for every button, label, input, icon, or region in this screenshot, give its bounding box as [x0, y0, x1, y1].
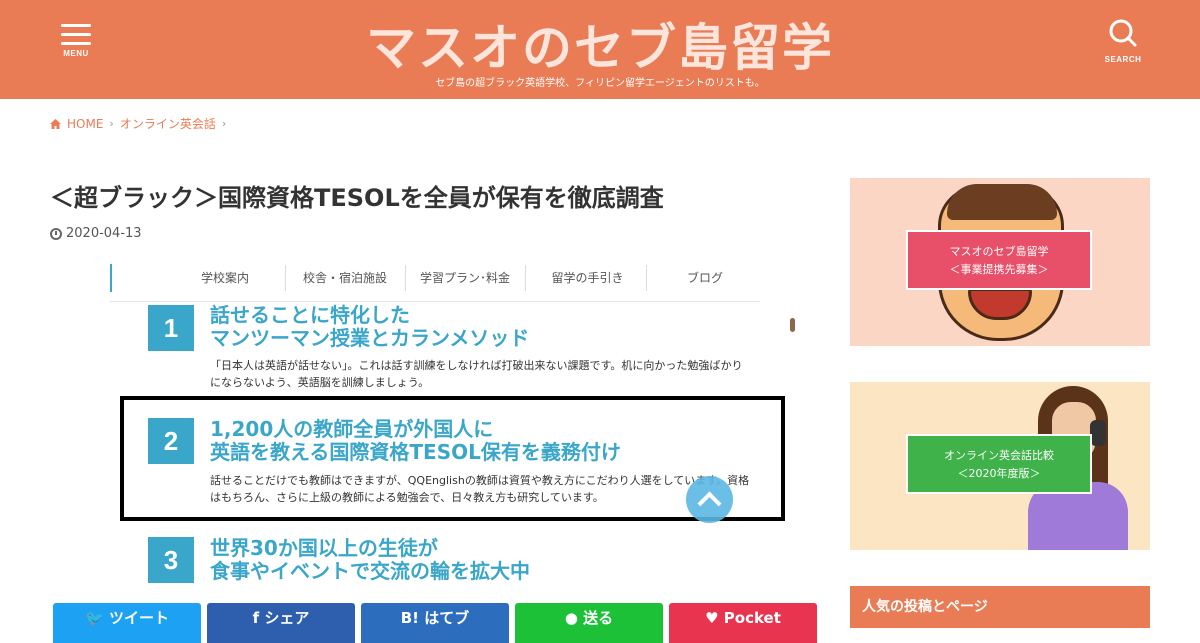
screenshot-nav-item: 留学の手引き	[551, 271, 624, 285]
banner-label[interactable]: マスオのセブ島留学 ＜事業提携先募集＞	[906, 230, 1092, 290]
screenshot-nav-item: 学習プラン･料金	[419, 271, 510, 285]
sidebar-banner-online-english[interactable]: オンライン英会話比較 ＜2020年度版＞	[850, 382, 1150, 550]
feature-heading: 話せることに特化した	[210, 303, 410, 327]
feature-text: 話せることだけでも教師はできますが、QQEnglishの教師は資質や教え方にこだ…	[210, 474, 750, 487]
hatena-icon: B!	[400, 609, 420, 627]
article-date: 2020-04-13	[50, 226, 142, 241]
logo-fragment	[110, 264, 116, 292]
date-text: 2020-04-13	[66, 226, 142, 241]
feature-number: 3	[148, 537, 194, 583]
search-icon	[1109, 19, 1137, 47]
breadcrumb-category-link[interactable]: オンライン英会話	[120, 115, 216, 132]
share-label: Pocket	[723, 609, 781, 627]
pocket-icon: ♥	[705, 609, 719, 627]
feature-text: にならないよう、英語脳を訓練しましょう。	[210, 376, 430, 389]
feature-heading: 食事やイベントで交流の輪を拡大中	[210, 559, 530, 583]
back-to-top-button[interactable]	[686, 476, 733, 523]
headset-icon	[1090, 420, 1106, 446]
banner-label-line: オンライン英会話比較	[944, 449, 1054, 462]
feature-heading: 英語を教える国際資格TESOL保有を義務付け	[210, 440, 621, 464]
screenshot-nav: 学校案内 校舎・宿泊施設 学習プラン･料金 留学の手引き ブログ	[110, 260, 760, 302]
feature-heading: 世界30か国以上の生徒が	[210, 536, 438, 560]
banner-label-line: ＜事業提携先募集＞	[949, 263, 1049, 276]
share-label: はてブ	[424, 609, 470, 627]
share-twitter-button[interactable]: 🐦 ツイート	[53, 603, 201, 643]
cartoon-hair	[947, 184, 1057, 220]
share-hatena-button[interactable]: B! はてブ	[361, 603, 509, 643]
share-line-button[interactable]: ● 送る	[515, 603, 663, 643]
share-label: シェア	[264, 609, 310, 627]
site-description: セブ島の超ブラック英語学校、フィリピン留学エージェントのリストも。	[435, 78, 765, 89]
feature-text: 「日本人は英語が話せない」。これは話す訓練をしなければ打破出来ない課題です。机に…	[210, 359, 743, 372]
twitter-icon: 🐦	[85, 609, 104, 627]
breadcrumb: HOME › オンライン英会話 ›	[50, 115, 226, 132]
site-title[interactable]: マスオのセブ島留学	[0, 8, 1200, 80]
article-title: ＜超ブラック＞国際資格TESOLを全員が保有を徹底調査	[50, 184, 664, 212]
search-button[interactable]: SEARCH	[1093, 18, 1153, 64]
image-fragment	[790, 318, 795, 332]
screenshot-nav-item: 校舎・宿泊施設	[302, 271, 387, 285]
banner-label-line: マスオのセブ島留学	[949, 245, 1049, 258]
feature-heading: 1,200人の教師全員が外国人に	[210, 417, 494, 441]
article-screenshot: 学校案内 校舎・宿泊施設 学習プラン･料金 留学の手引き ブログ 1 話せること…	[110, 260, 795, 590]
share-label: 送る	[583, 609, 614, 627]
search-label: SEARCH	[1104, 55, 1142, 64]
clock-icon	[50, 227, 62, 240]
chevron-right-icon: ›	[221, 117, 227, 130]
screenshot-nav-item: ブログ	[686, 271, 723, 285]
facebook-icon: f	[252, 609, 260, 627]
home-icon	[50, 118, 61, 129]
feature-number: 1	[148, 305, 194, 351]
site-header: MENU マスオのセブ島留学 セブ島の超ブラック英語学校、フィリピン留学エージェ…	[0, 0, 1200, 99]
chevron-right-icon: ›	[109, 117, 114, 130]
feature-number: 2	[148, 418, 194, 464]
banner-label[interactable]: オンライン英会話比較 ＜2020年度版＞	[906, 434, 1092, 494]
screenshot-nav-item: 学校案内	[200, 271, 249, 285]
sidebar-banner-partner[interactable]: マスオのセブ島留学 ＜事業提携先募集＞	[850, 178, 1150, 346]
banner-label-line: ＜2020年度版＞	[957, 467, 1041, 480]
popular-posts-widget-title: 人気の投稿とページ	[850, 586, 1150, 628]
breadcrumb-home-link[interactable]: HOME	[67, 117, 103, 131]
line-icon: ●	[564, 609, 578, 627]
share-pocket-button[interactable]: ♥ Pocket	[669, 603, 817, 643]
share-label: ツイート	[108, 609, 169, 627]
feature-heading: マンツーマン授業とカランメソッド	[210, 326, 530, 350]
share-facebook-button[interactable]: f シェア	[207, 603, 355, 643]
